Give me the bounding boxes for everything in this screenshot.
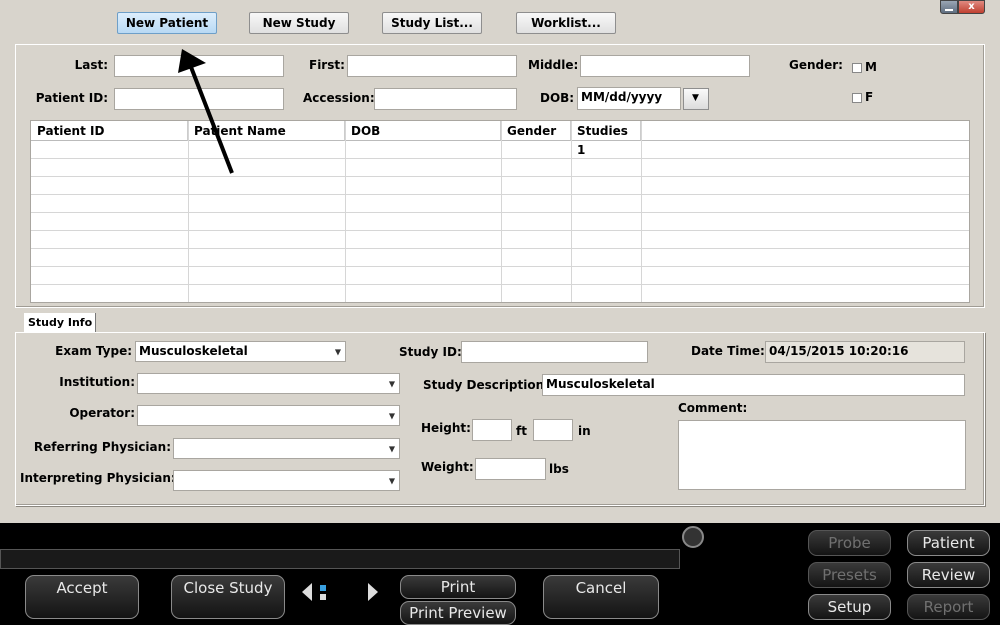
tab-study-info-label: Study Info	[28, 316, 93, 329]
worklist-button[interactable]: Worklist...	[516, 12, 616, 34]
weight-label: Weight:	[421, 460, 474, 474]
height-ft-input[interactable]	[472, 419, 512, 441]
minimize-icon[interactable]	[940, 0, 958, 14]
column-header-gender[interactable]: Gender	[501, 121, 571, 141]
comment-label: Comment:	[678, 401, 748, 415]
accession-label: Accession:	[303, 91, 375, 105]
institution-select[interactable]: ▼	[137, 373, 400, 394]
chevron-down-icon: ▼	[388, 411, 395, 420]
chevron-down-icon: ▼	[692, 93, 699, 103]
gender-f-label: F	[865, 90, 874, 104]
date-time-field: 04/15/2015 10:20:16	[765, 341, 965, 363]
interpreting-physician-select[interactable]: ▼	[173, 470, 400, 491]
comment-textarea[interactable]	[678, 420, 966, 490]
accept-button[interactable]: Accept	[25, 575, 139, 619]
patient-id-label: Patient ID:	[35, 91, 108, 105]
institution-label: Institution:	[59, 375, 135, 389]
exam-type-label: Exam Type:	[55, 344, 132, 358]
last-label: Last:	[74, 58, 108, 72]
chevron-down-icon: ▼	[388, 379, 395, 388]
page-indicator-icon	[320, 585, 326, 601]
close-icon[interactable]: x	[958, 0, 985, 14]
print-button[interactable]: Print	[400, 575, 516, 599]
referring-physician-select[interactable]: ▼	[173, 438, 400, 459]
first-name-input[interactable]	[347, 55, 517, 77]
chevron-down-icon: ▼	[388, 444, 395, 453]
gender-label: Gender:	[789, 58, 843, 72]
trackball-icon	[682, 526, 704, 548]
weight-input[interactable]	[475, 458, 546, 480]
setup-button[interactable]: Setup	[808, 594, 891, 620]
gender-m-label: M	[865, 60, 877, 74]
study-list-button[interactable]: Study List...	[382, 12, 482, 34]
exam-type-value: Musculoskeletal	[139, 344, 248, 358]
study-id-label: Study ID:	[399, 345, 462, 359]
cancel-button[interactable]: Cancel	[543, 575, 659, 619]
height-in-unit: in	[578, 424, 591, 438]
column-header-patient-id[interactable]: Patient ID	[31, 121, 188, 141]
probe-button[interactable]: Probe	[808, 530, 891, 556]
print-preview-button[interactable]: Print Preview	[400, 601, 516, 625]
height-ft-unit: ft	[516, 424, 527, 438]
column-header-studies[interactable]: Studies	[571, 121, 641, 141]
referring-physician-label: Referring Physician:	[33, 440, 171, 454]
study-description-label: Study Description:	[423, 378, 549, 392]
report-button[interactable]: Report	[907, 594, 990, 620]
close-study-button[interactable]: Close Study	[171, 575, 285, 619]
page-left-icon[interactable]	[302, 583, 312, 601]
middle-name-input[interactable]	[580, 55, 750, 77]
page-right-icon[interactable]	[368, 583, 378, 601]
review-button[interactable]: Review	[907, 562, 990, 588]
gender-f-checkbox[interactable]	[852, 93, 862, 103]
window-controls: x	[940, 0, 985, 14]
presets-button[interactable]: Presets	[808, 562, 891, 588]
accession-input[interactable]	[374, 88, 517, 110]
operator-select[interactable]: ▼	[137, 405, 400, 426]
study-id-input[interactable]	[461, 341, 648, 363]
date-time-label: Date Time:	[691, 344, 765, 358]
middle-label: Middle:	[528, 58, 579, 72]
new-study-button[interactable]: New Study	[249, 12, 349, 34]
gender-m-checkbox[interactable]	[852, 63, 862, 73]
weight-unit: lbs	[549, 462, 569, 476]
interpreting-physician-label: Interpreting Physician:	[20, 471, 176, 485]
study-description-input[interactable]: Musculoskeletal	[542, 374, 965, 396]
patient-button[interactable]: Patient	[907, 530, 990, 556]
chevron-down-icon: ▼	[334, 347, 341, 356]
height-label: Height:	[421, 421, 471, 435]
annotation-arrow-icon	[178, 49, 234, 174]
exam-type-select[interactable]: Musculoskeletal ▼	[135, 341, 346, 362]
tab-study-info[interactable]: Study Info	[24, 313, 96, 333]
dob-label: DOB:	[540, 91, 575, 105]
new-patient-button[interactable]: New Patient	[117, 12, 217, 34]
column-header-dob[interactable]: DOB	[345, 121, 501, 141]
control-bar: Accept Close Study Print Print Preview C…	[0, 523, 1000, 625]
first-label: First:	[309, 58, 345, 72]
column-header-blank	[641, 121, 969, 141]
status-bar	[0, 549, 680, 569]
dob-input[interactable]: MM/dd/yyyy	[577, 87, 681, 110]
cell-studies: 1	[577, 143, 586, 157]
dob-dropdown-button[interactable]: ▼	[683, 88, 709, 110]
height-in-input[interactable]	[533, 419, 573, 441]
chevron-down-icon: ▼	[388, 476, 395, 485]
operator-label: Operator:	[69, 406, 135, 420]
